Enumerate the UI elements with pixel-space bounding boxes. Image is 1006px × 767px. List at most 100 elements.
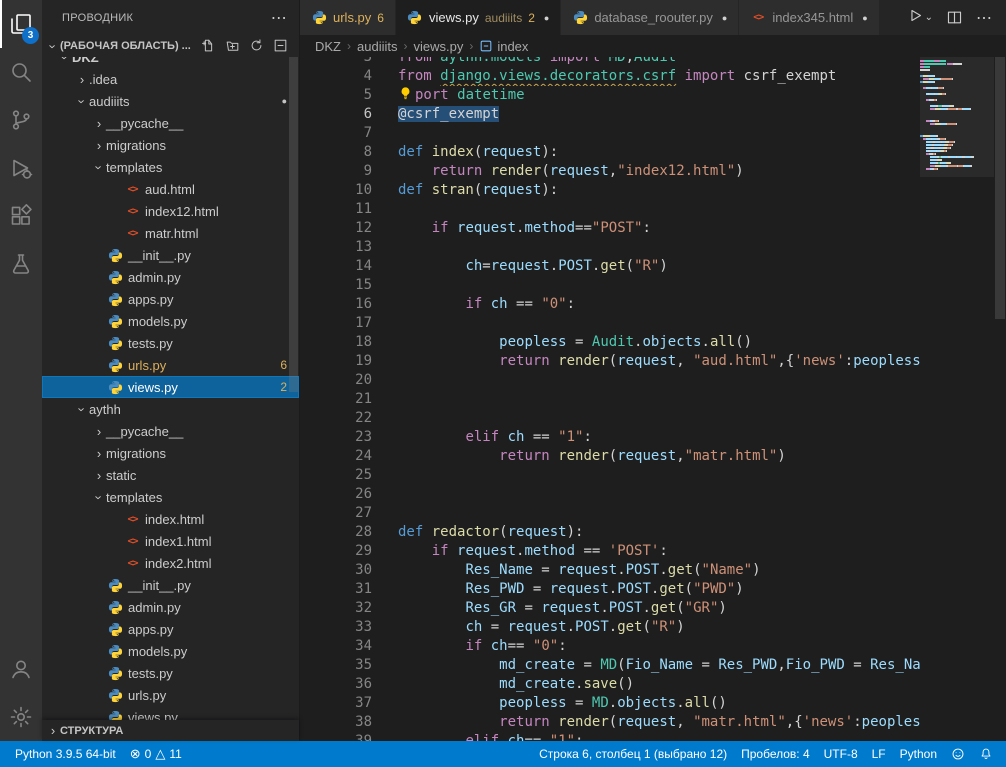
dirty-indicator-icon[interactable]: ● bbox=[544, 13, 549, 23]
breadcrumb-item-views.py[interactable]: views.py bbox=[413, 39, 463, 54]
new-folder-icon[interactable] bbox=[225, 38, 241, 54]
tree-item-__pycache__[interactable]: ›__pycache__ bbox=[42, 112, 299, 134]
chevron-right-icon: › bbox=[92, 446, 106, 461]
explorer-actions bbox=[201, 38, 299, 54]
tree-item-tests.py[interactable]: tests.py bbox=[42, 332, 299, 354]
tree-item-migrations[interactable]: ›migrations bbox=[42, 442, 299, 464]
encoding[interactable]: UTF-8 bbox=[817, 741, 865, 767]
python-file-icon bbox=[107, 269, 124, 285]
explorer-more-actions-icon[interactable]: ⋯ bbox=[271, 8, 287, 28]
tree-item-index1.html[interactable]: <>index1.html bbox=[42, 530, 299, 552]
tree-item-.idea[interactable]: ›.idea bbox=[42, 68, 299, 90]
code-line-27: 27 bbox=[300, 504, 920, 523]
line-number: 29 bbox=[300, 542, 386, 561]
activity-bar-source-control[interactable] bbox=[0, 96, 42, 144]
minimap[interactable] bbox=[920, 57, 994, 741]
outline-section-header[interactable]: › СТРУКТУРА bbox=[42, 720, 299, 741]
workspace-section-header[interactable]: › (РАБОЧАЯ ОБЛАСТЬ) ... bbox=[42, 35, 299, 57]
dirty-indicator-icon[interactable]: ● bbox=[722, 13, 727, 23]
tree-item-templates[interactable]: ›templates bbox=[42, 156, 299, 178]
tree-item-apps.py[interactable]: apps.py bbox=[42, 288, 299, 310]
symbol-icon bbox=[479, 39, 493, 53]
tree-item-templates[interactable]: ›templates bbox=[42, 486, 299, 508]
tree-item-apps.py[interactable]: apps.py bbox=[42, 618, 299, 640]
code-token: = bbox=[567, 334, 592, 350]
editor-scrollbar-thumb[interactable] bbox=[995, 57, 1005, 319]
tree-item-models.py[interactable]: models.py bbox=[42, 310, 299, 332]
error-count: 0 bbox=[145, 747, 152, 761]
tree-item-urls.py[interactable]: urls.py6 bbox=[42, 354, 299, 376]
tree-item-label: admin.py bbox=[128, 270, 181, 285]
code-token: POST bbox=[617, 581, 651, 597]
tree-item-aud.html[interactable]: <>aud.html bbox=[42, 178, 299, 200]
python-interpreter[interactable]: Python 3.9.5 64-bit bbox=[8, 741, 123, 767]
code-token: ( bbox=[685, 581, 693, 597]
tree-item-migrations[interactable]: ›migrations bbox=[42, 134, 299, 156]
tree-item-index.html[interactable]: <>index.html bbox=[42, 508, 299, 530]
text-selection: @csrf_exempt bbox=[398, 106, 499, 122]
tree-item-DKZ[interactable]: ›DKZ bbox=[42, 57, 299, 68]
tab-urls.py[interactable]: urls.py6 bbox=[300, 0, 396, 35]
tree-item-matr.html[interactable]: <>matr.html bbox=[42, 222, 299, 244]
eol-selector[interactable]: LF bbox=[865, 741, 893, 767]
lightbulb-icon[interactable] bbox=[398, 86, 413, 101]
tree-item-urls.py[interactable]: urls.py bbox=[42, 684, 299, 706]
code-token: , bbox=[676, 714, 693, 730]
code-line-35: 35 md_create = MD(Fio_Name = Res_PWD,Fio… bbox=[300, 656, 920, 675]
chevron-right-icon: › bbox=[46, 723, 60, 738]
activity-bar-testing[interactable] bbox=[0, 240, 42, 288]
line-number: 4 bbox=[300, 67, 386, 86]
activity-bar-settings[interactable] bbox=[0, 693, 42, 741]
sidebar-scrollbar[interactable] bbox=[289, 57, 298, 392]
code-token: method bbox=[524, 543, 575, 559]
tab-database_roouter.py[interactable]: database_roouter.py● bbox=[561, 0, 739, 35]
activity-bar-run-and-debug[interactable] bbox=[0, 144, 42, 192]
cursor-position[interactable]: Строка 6, столбец 1 (выбрано 12) bbox=[532, 741, 734, 767]
notifications-bell-icon[interactable] bbox=[972, 741, 1000, 767]
code-editor[interactable]: 3from aythh.models import MD,Audit4from … bbox=[300, 57, 920, 741]
new-file-icon[interactable] bbox=[201, 38, 217, 54]
tree-item-models.py[interactable]: models.py bbox=[42, 640, 299, 662]
split-editor-button[interactable] bbox=[946, 9, 963, 26]
run-python-file-button[interactable]: ⌄ bbox=[907, 7, 933, 29]
breadcrumb-item-index[interactable]: index bbox=[479, 39, 528, 54]
tree-item-views.py[interactable]: views.py bbox=[42, 706, 299, 720]
code-token: get bbox=[617, 619, 642, 635]
breadcrumb-item-DKZ[interactable]: DKZ bbox=[315, 39, 341, 54]
activity-bar-accounts[interactable] bbox=[0, 645, 42, 693]
breadcrumb-item-audiiits[interactable]: audiiits bbox=[357, 39, 397, 54]
activity-bar-explorer[interactable]: 3 bbox=[0, 0, 42, 48]
tab-views.py[interactable]: views.pyaudiiits2● bbox=[396, 0, 561, 35]
code-token: "GR" bbox=[685, 600, 719, 616]
tree-item-static[interactable]: ›static bbox=[42, 464, 299, 486]
feedback-smiley-icon[interactable] bbox=[944, 741, 972, 767]
python-file-icon bbox=[107, 291, 124, 307]
refresh-explorer-icon[interactable] bbox=[249, 38, 265, 54]
tree-item-__init__.py[interactable]: __init__.py bbox=[42, 244, 299, 266]
code-line-9: 9 return render(request,"index12.html") bbox=[300, 162, 920, 181]
editor-more-actions-button[interactable]: ⋯ bbox=[976, 8, 992, 28]
activity-bar-extensions[interactable] bbox=[0, 192, 42, 240]
tree-item-label: __init__.py bbox=[128, 248, 191, 263]
tree-item-views.py[interactable]: views.py2 bbox=[42, 376, 299, 398]
code-token: ) bbox=[752, 562, 760, 578]
activity-bar-search[interactable] bbox=[0, 48, 42, 96]
line-number: 24 bbox=[300, 447, 386, 466]
tree-item-index12.html[interactable]: <>index12.html bbox=[42, 200, 299, 222]
editor-scrollbar[interactable] bbox=[994, 57, 1006, 741]
tree-item-admin.py[interactable]: admin.py bbox=[42, 596, 299, 618]
tree-item-aythh[interactable]: ›aythh bbox=[42, 398, 299, 420]
tree-item-__pycache__[interactable]: ›__pycache__ bbox=[42, 420, 299, 442]
language-mode[interactable]: Python bbox=[893, 741, 944, 767]
collapse-folders-icon[interactable] bbox=[273, 38, 289, 54]
dirty-indicator-icon[interactable]: ● bbox=[862, 13, 867, 23]
problems-indicator[interactable]: ⊗ 0 △ 11 bbox=[123, 741, 189, 767]
tree-item-label: tests.py bbox=[128, 336, 173, 351]
tree-item-tests.py[interactable]: tests.py bbox=[42, 662, 299, 684]
tree-item-index2.html[interactable]: <>index2.html bbox=[42, 552, 299, 574]
indentation[interactable]: Пробелов: 4 bbox=[734, 741, 817, 767]
tree-item-admin.py[interactable]: admin.py bbox=[42, 266, 299, 288]
tree-item-audiiits[interactable]: ›audiiits● bbox=[42, 90, 299, 112]
tree-item-__init__.py[interactable]: __init__.py bbox=[42, 574, 299, 596]
tab-index345.html[interactable]: <>index345.html● bbox=[739, 0, 879, 35]
